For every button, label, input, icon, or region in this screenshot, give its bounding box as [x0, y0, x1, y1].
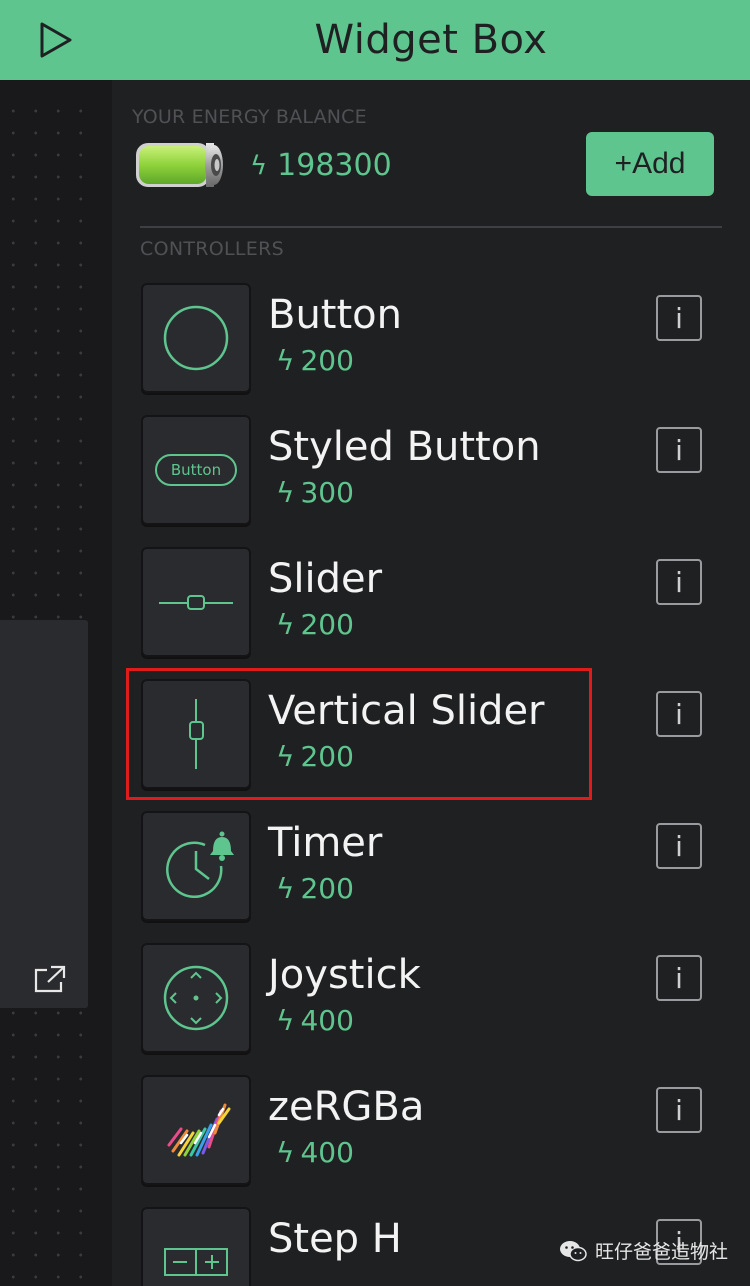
widget-name: zeRGBa [268, 1084, 425, 1130]
widget-item-button[interactable]: Button ϟ 200 i [112, 280, 750, 412]
widget-thumb[interactable]: Button [141, 415, 251, 525]
widget-item-vertical-slider[interactable]: Vertical Slider ϟ 200 i [112, 668, 750, 808]
widget-cost-value: 300 [300, 476, 354, 509]
wechat-icon [559, 1240, 587, 1261]
widget-thumb[interactable] [141, 811, 251, 921]
info-button[interactable]: i [656, 559, 702, 605]
widget-name: Vertical Slider [268, 688, 545, 734]
widget-item-timer[interactable]: Timer ϟ 200 i [112, 808, 750, 940]
widget-thumb[interactable] [141, 679, 251, 789]
widget-item-slider[interactable]: Slider ϟ 200 i [112, 544, 750, 676]
section-label-controllers: CONTROLLERS [140, 238, 284, 260]
widget-item-zergba[interactable]: zeRGBa ϟ 400 i [112, 1072, 750, 1204]
widget-name: Timer [268, 820, 383, 866]
info-button[interactable]: i [656, 1087, 702, 1133]
info-button[interactable]: i [656, 955, 702, 1001]
widget-name: Joystick [268, 952, 421, 998]
styled-button-thumb-label: Button [171, 461, 221, 479]
widget-cost-value: 200 [300, 608, 354, 641]
info-button[interactable]: i [656, 823, 702, 869]
widget-cost: ϟ 200 [276, 344, 354, 377]
widget-cost: ϟ 300 [276, 476, 354, 509]
widget-item-styled-button[interactable]: Button Styled Button ϟ 300 i [112, 412, 750, 544]
vertical-slider-icon [189, 699, 204, 769]
energy-balance: ϟ 198300 [250, 148, 392, 183]
energy-bolt-icon: ϟ [276, 1004, 295, 1037]
styled-button-icon: Button [155, 454, 237, 486]
external-link-icon[interactable] [33, 964, 67, 994]
widget-name: Slider [268, 556, 383, 602]
energy-bolt-icon: ϟ [276, 476, 295, 509]
zebra-icon [167, 1103, 231, 1157]
circle-icon [163, 305, 229, 371]
widget-thumb[interactable] [141, 283, 251, 393]
widget-item-joystick[interactable]: Joystick ϟ 400 i [112, 940, 750, 1072]
timer-icon [166, 831, 234, 898]
widget-thumb[interactable] [141, 943, 251, 1053]
add-energy-button[interactable]: +Add [586, 132, 714, 196]
widget-cost-value: 200 [300, 740, 354, 773]
play-icon [40, 22, 72, 58]
widget-cost: ϟ 200 [276, 608, 354, 641]
energy-balance-label: YOUR ENERGY BALANCE [132, 106, 367, 128]
widget-cost-value: 400 [300, 1136, 354, 1169]
widget-list: Button ϟ 200 i Button Styled Button ϟ 30… [112, 280, 750, 1286]
widget-cost: ϟ 400 [276, 1004, 354, 1037]
widget-cost: ϟ 200 [276, 872, 354, 905]
widget-name: Step H [268, 1216, 402, 1262]
page-title: Widget Box [314, 17, 548, 63]
energy-bolt-icon: ϟ [276, 344, 295, 377]
widget-cost: ϟ 400 [276, 1136, 354, 1169]
widget-thumb[interactable] [141, 1075, 251, 1185]
widget-cost-value: 200 [300, 344, 354, 377]
energy-bolt-icon: ϟ [276, 872, 295, 905]
energy-balance-value: 198300 [277, 148, 392, 183]
watermark: 旺仔爸爸造物社 [559, 1237, 728, 1264]
widget-cost: ϟ 200 [276, 740, 354, 773]
widget-thumb[interactable] [141, 1207, 251, 1286]
joystick-icon [163, 965, 229, 1031]
watermark-text: 旺仔爸爸造物社 [594, 1241, 728, 1263]
info-button[interactable]: i [656, 427, 702, 473]
widget-box-panel: YOUR ENERGY BALANCE ϟ 198300 +Add CONTRO… [112, 80, 750, 1286]
section-divider [140, 226, 722, 228]
info-button[interactable]: i [656, 295, 702, 341]
widget-cost-value: 200 [300, 872, 354, 905]
step-h-icon [164, 1248, 228, 1276]
widget-name: Styled Button [268, 424, 541, 470]
energy-bolt-icon: ϟ [250, 150, 268, 181]
energy-bolt-icon: ϟ [276, 608, 295, 641]
info-button[interactable]: i [656, 691, 702, 737]
widget-thumb[interactable] [141, 547, 251, 657]
battery-icon [136, 143, 223, 187]
canvas-strip [0, 80, 112, 1286]
play-button[interactable] [0, 0, 112, 80]
energy-bolt-icon: ϟ [276, 1136, 295, 1169]
slider-icon [159, 595, 233, 610]
header-bar: Widget Box [112, 0, 750, 80]
widget-cost-value: 400 [300, 1004, 354, 1037]
canvas-widget-panel[interactable] [0, 620, 88, 1008]
energy-bolt-icon: ϟ [276, 740, 295, 773]
widget-name: Button [268, 292, 402, 338]
